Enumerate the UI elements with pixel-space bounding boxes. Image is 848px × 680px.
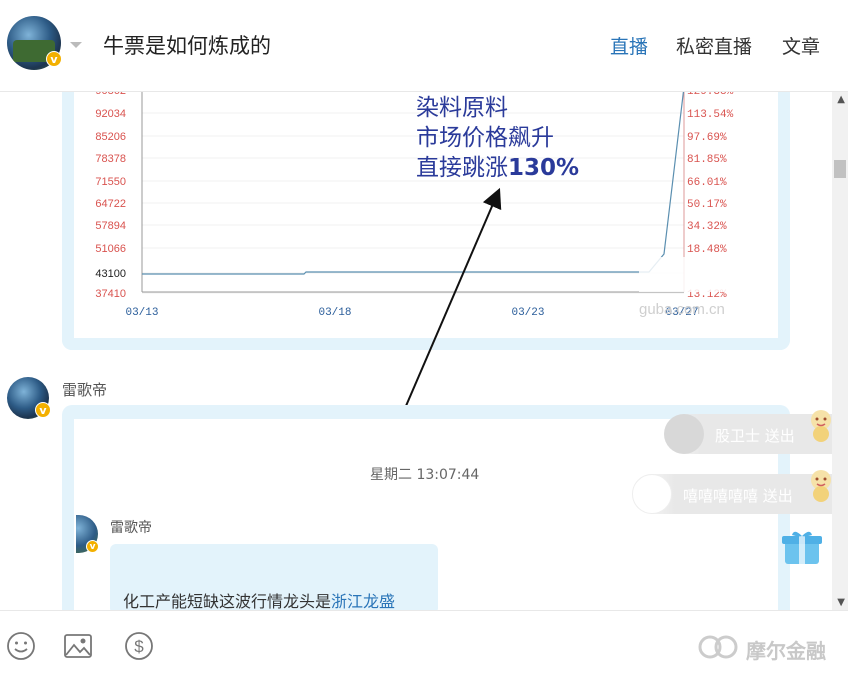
x-tick-label: 03/23	[511, 307, 544, 319]
input-toolbar: $ 摩尔金融	[0, 610, 848, 680]
left-tick-label: 92034	[95, 108, 126, 120]
quoted-text: 化工产能短缺这波行情龙头是浙江龙盛	[123, 588, 395, 610]
right-tick-label: 129.38%	[687, 92, 734, 98]
right-tick-label: 34.32%	[687, 221, 727, 233]
x-tick-label: 03/13	[125, 307, 158, 319]
right-tick-label: 81.85%	[687, 154, 727, 166]
image-icon[interactable]	[63, 631, 93, 661]
brand-logo-icon	[698, 635, 738, 659]
emoji-icon[interactable]	[6, 631, 36, 661]
left-tick-label: 64722	[95, 198, 126, 210]
quoted-username: 雷歌帝	[110, 520, 152, 536]
overlay-line-3-prefix: 直接跳涨	[416, 155, 508, 181]
quoted-text-prefix: 化工产能短缺这波行情龙头是	[123, 592, 332, 610]
watermark-mask	[639, 257, 739, 292]
left-tick-label: 90862	[95, 92, 126, 97]
page-title: 牛票是如何炼成的	[103, 34, 271, 58]
right-tick-label: 50.17%	[687, 199, 727, 211]
right-tick-label: 18.48%	[687, 244, 727, 256]
left-tick-label: 51066	[95, 243, 126, 255]
live-feed[interactable]: 90862 92034 85206 78378 71550 64722 57894 51066…	[0, 92, 848, 610]
scroll-down-icon[interactable]: ▼	[837, 597, 845, 608]
tab-live[interactable]: 直播	[610, 32, 648, 59]
brand-name: 摩尔金融	[746, 639, 826, 663]
message-timestamp: 星期二 13:07:44	[370, 467, 480, 483]
left-tick-label: 43100	[95, 268, 126, 280]
right-tick-label: 113.54%	[687, 109, 734, 121]
overlay-line-2: 市场价格飙升	[416, 125, 554, 151]
gift-sender-avatar	[664, 414, 704, 454]
left-tick-label: 71550	[95, 176, 126, 188]
chevron-down-icon[interactable]	[70, 42, 82, 48]
verified-badge: v	[46, 51, 62, 67]
gift-notification-text: 嘻嘻嘻嘻嘻 送出	[683, 487, 793, 505]
overlay-percent: 130%	[508, 155, 580, 181]
header: v 牛票是如何炼成的 直播 私密直播 文章	[0, 0, 848, 92]
tab-private-live[interactable]: 私密直播	[676, 32, 752, 59]
left-tick-label: 78378	[95, 153, 126, 165]
gift-box-icon[interactable]	[782, 530, 822, 566]
message-username[interactable]: 雷歌帝	[62, 379, 107, 400]
right-tick-label: 97.69%	[687, 132, 727, 144]
gift-bear-icon	[811, 470, 831, 502]
tab-articles[interactable]: 文章	[782, 32, 820, 59]
left-tick-label: 85206	[95, 131, 126, 143]
gift-sender-avatar	[632, 474, 672, 514]
vertical-scrollbar[interactable]: ▲ ▼	[832, 92, 848, 610]
left-tick-label: 37410	[95, 288, 126, 300]
right-tick-label: 66.01%	[687, 177, 727, 189]
watermark-text: guba.com.cn	[639, 301, 725, 318]
x-tick-label: 03/18	[318, 307, 351, 319]
gift-notification-text: 股卫士 送出	[715, 427, 795, 445]
svg-text:$: $	[134, 637, 144, 656]
verified-badge: v	[86, 540, 99, 553]
scroll-thumb[interactable]	[834, 160, 846, 178]
left-tick-label: 57894	[95, 220, 126, 232]
stock-link[interactable]: 浙江龙盛	[331, 592, 395, 610]
gift-bear-icon	[811, 410, 831, 442]
dollar-icon[interactable]: $	[124, 631, 154, 661]
overlay-line-3: 直接跳涨130%	[416, 148, 579, 182]
verified-badge: v	[35, 402, 51, 418]
scroll-up-icon[interactable]: ▲	[837, 94, 845, 105]
